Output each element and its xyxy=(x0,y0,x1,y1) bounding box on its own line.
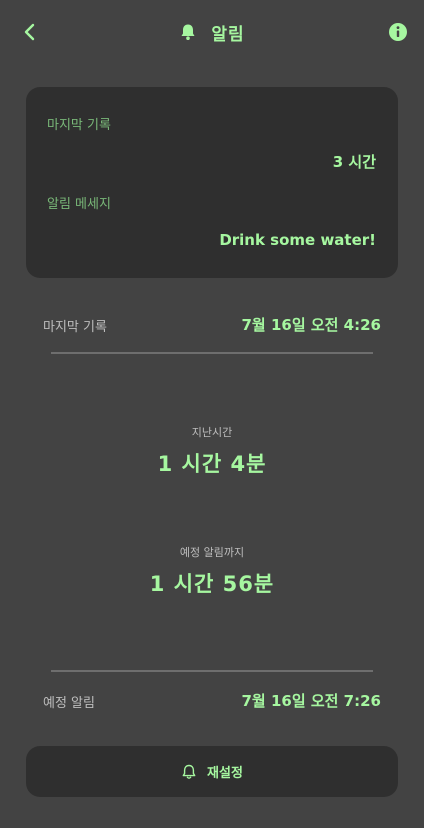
card-message-value: Drink some water! xyxy=(219,231,376,249)
scheduled-label: 예정 알림 xyxy=(43,696,95,711)
divider-bottom xyxy=(51,670,373,672)
header: 알림 xyxy=(0,0,424,64)
scheduled-value: 7월 16일 오전 7:26 xyxy=(241,692,382,710)
until-next-label: 예정 알림까지 xyxy=(179,546,245,559)
elapsed-label: 지난시간 xyxy=(191,426,233,439)
reset-button-label: 재설정 xyxy=(207,766,243,781)
page-title: 알림 xyxy=(211,24,245,45)
card-message-label: 알림 메세지 xyxy=(47,197,111,212)
bell-outline-icon xyxy=(182,764,196,779)
elapsed-value: 1 시간 4분 xyxy=(157,452,267,476)
info-button[interactable] xyxy=(388,22,408,42)
info-icon xyxy=(389,23,407,41)
last-record-label: 마지막 기록 xyxy=(43,320,107,335)
reset-button[interactable]: 재설정 xyxy=(26,746,398,797)
summary-card: 마지막 기록 3 시간 알림 메세지 Drink some water! xyxy=(26,87,398,278)
last-record-value: 7월 16일 오전 4:26 xyxy=(241,316,382,334)
header-title-group: 알림 xyxy=(0,18,424,46)
card-last-record-label: 마지막 기록 xyxy=(47,118,111,133)
alarm-screen: 알림 마지막 기록 3 시간 알림 메세지 Drink some water! … xyxy=(0,0,424,828)
bell-icon xyxy=(181,24,195,40)
divider-top xyxy=(51,352,373,354)
card-last-record-value: 3 시간 xyxy=(332,153,376,171)
until-next-value: 1 시간 56분 xyxy=(149,572,275,596)
